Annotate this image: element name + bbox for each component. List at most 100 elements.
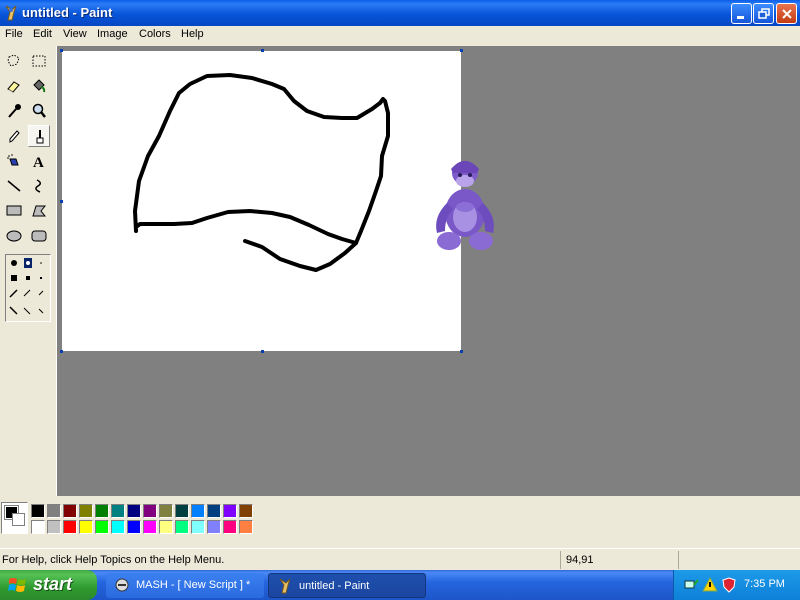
color-swatch[interactable] xyxy=(207,504,221,518)
pick-color-icon xyxy=(8,104,21,118)
taskbar-item-paint[interactable]: untitled - Paint xyxy=(268,573,426,598)
restore-icon xyxy=(758,8,770,19)
canvas-workspace[interactable] xyxy=(57,46,800,496)
color-swatch[interactable] xyxy=(127,504,141,518)
brush-stroke-drawing xyxy=(133,73,390,272)
color-swatch[interactable] xyxy=(207,520,221,534)
fill-bucket-icon xyxy=(33,79,46,93)
paint-app-icon xyxy=(279,578,291,594)
color-swatch[interactable] xyxy=(47,520,61,534)
menu-file[interactable]: File xyxy=(5,28,23,40)
tool-brush[interactable] xyxy=(28,125,50,147)
tool-text[interactable]: A xyxy=(28,150,50,172)
resize-handle[interactable] xyxy=(460,49,463,52)
menu-help[interactable]: Help xyxy=(181,28,204,40)
eraser-icon xyxy=(7,81,20,93)
color-swatch[interactable] xyxy=(175,504,189,518)
bonzi-character-image[interactable] xyxy=(425,151,505,261)
svg-text:A: A xyxy=(33,155,44,169)
window-title: untitled - Paint xyxy=(22,5,113,20)
rounded-rectangle-icon xyxy=(31,230,47,242)
minimize-icon xyxy=(737,16,744,19)
restore-button[interactable] xyxy=(753,3,774,24)
start-button[interactable]: start xyxy=(0,570,97,600)
taskbar-item-mash[interactable]: MASH - [ New Script ] * xyxy=(106,573,264,598)
tool-magnifier[interactable] xyxy=(28,100,50,122)
tool-pencil[interactable] xyxy=(3,125,25,147)
brush-icon xyxy=(36,130,44,144)
airbrush-icon xyxy=(7,154,19,166)
color-swatch[interactable] xyxy=(143,520,157,534)
color-swatch[interactable] xyxy=(223,504,237,518)
tool-rounded-rectangle[interactable] xyxy=(28,225,50,247)
color-swatch[interactable] xyxy=(223,520,237,534)
resize-handle[interactable] xyxy=(60,49,63,52)
color-swatch[interactable] xyxy=(47,504,61,518)
tool-curve[interactable] xyxy=(28,175,50,197)
tool-eraser[interactable] xyxy=(3,75,25,97)
color-swatch[interactable] xyxy=(191,520,205,534)
tool-fill[interactable] xyxy=(28,75,50,97)
color-swatch[interactable] xyxy=(159,520,173,534)
status-divider xyxy=(678,551,679,569)
clock[interactable]: 7:35 PM xyxy=(744,578,785,590)
color-swatch[interactable] xyxy=(111,504,125,518)
status-divider xyxy=(560,551,561,569)
tool-free-form-select[interactable] xyxy=(3,50,25,72)
free-form-select-icon xyxy=(7,54,20,67)
background-color-swatch xyxy=(12,513,25,526)
resize-handle[interactable] xyxy=(60,350,63,353)
polygon-icon xyxy=(32,205,47,217)
tool-line[interactable] xyxy=(3,175,25,197)
tool-ellipse[interactable] xyxy=(3,225,25,247)
network-icon[interactable] xyxy=(683,577,699,593)
color-swatch[interactable] xyxy=(127,520,141,534)
menu-bar: File Edit View Image Colors Help xyxy=(0,26,800,45)
color-swatch[interactable] xyxy=(159,504,173,518)
color-swatch[interactable] xyxy=(239,504,253,518)
resize-handle[interactable] xyxy=(460,350,463,353)
shield-icon[interactable] xyxy=(721,577,737,593)
brush-shapes-icon xyxy=(9,258,44,315)
color-swatch[interactable] xyxy=(95,520,109,534)
close-button[interactable] xyxy=(776,3,797,24)
tool-polygon[interactable] xyxy=(28,200,50,222)
title-bar[interactable]: untitled - Paint xyxy=(0,0,800,26)
tool-box: A xyxy=(0,46,57,496)
color-swatch[interactable] xyxy=(63,504,77,518)
color-swatch[interactable] xyxy=(111,520,125,534)
color-swatch[interactable] xyxy=(239,520,253,534)
menu-view[interactable]: View xyxy=(63,28,87,40)
tool-select[interactable] xyxy=(28,50,50,72)
color-swatch[interactable] xyxy=(143,504,157,518)
color-swatch[interactable] xyxy=(63,520,77,534)
tool-airbrush[interactable] xyxy=(3,150,25,172)
rectangle-icon xyxy=(6,205,22,216)
text-icon: A xyxy=(33,155,44,169)
resize-handle[interactable] xyxy=(261,49,264,52)
brush-shape-options[interactable] xyxy=(5,254,51,322)
menu-image[interactable]: Image xyxy=(97,28,128,40)
task-label: untitled - Paint xyxy=(299,580,370,592)
color-swatch[interactable] xyxy=(175,520,189,534)
color-swatch[interactable] xyxy=(31,504,45,518)
color-swatch[interactable] xyxy=(191,504,205,518)
drawing-canvas[interactable] xyxy=(62,51,461,351)
menu-edit[interactable]: Edit xyxy=(33,28,52,40)
paint-app-icon[interactable] xyxy=(3,4,19,22)
color-swatch[interactable] xyxy=(79,520,93,534)
current-colors[interactable] xyxy=(1,502,28,534)
color-palette xyxy=(0,496,800,546)
magnifier-icon xyxy=(32,103,46,118)
tool-pick-color[interactable] xyxy=(3,100,25,122)
security-alert-icon[interactable] xyxy=(702,577,718,593)
menu-colors[interactable]: Colors xyxy=(139,28,171,40)
color-swatch[interactable] xyxy=(95,504,109,518)
select-icon xyxy=(32,55,46,67)
color-swatch[interactable] xyxy=(79,504,93,518)
resize-handle[interactable] xyxy=(261,350,264,353)
color-swatch[interactable] xyxy=(31,520,45,534)
tool-rectangle[interactable] xyxy=(3,200,25,222)
resize-handle[interactable] xyxy=(60,200,63,203)
minimize-button[interactable] xyxy=(731,3,752,24)
